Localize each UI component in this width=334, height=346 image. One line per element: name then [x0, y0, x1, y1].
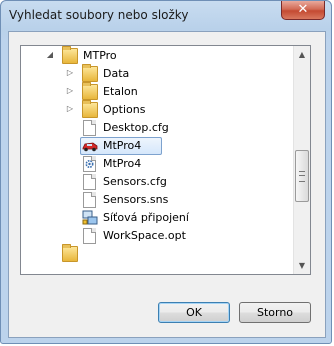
network-connections-icon	[82, 210, 98, 226]
car-shortcut-icon	[82, 138, 98, 154]
folder-icon	[82, 100, 98, 118]
gear-config-icon	[83, 156, 96, 172]
tree-item-label: Sensors.sns	[103, 193, 169, 206]
folder-icon	[82, 82, 98, 100]
close-icon: ✕	[297, 2, 309, 17]
tree-item-label: MtPro4	[103, 157, 142, 170]
expand-right-icon[interactable]: ▷	[66, 105, 74, 113]
tree-item-workspace-opt[interactable]: WorkSpace.opt	[21, 227, 295, 245]
tree-item-label: Options	[103, 103, 146, 116]
tree-item-label: WorkSpace.opt	[103, 229, 186, 242]
tree-item-label: Desktop.cfg	[103, 121, 169, 134]
title-bar[interactable]: Vyhledat soubory nebo složky ✕	[1, 1, 333, 31]
expand-right-icon[interactable]: ▷	[66, 87, 74, 95]
tree-item-mtpro[interactable]: ◢ MTPro	[21, 46, 295, 65]
tree-item-desktop-cfg[interactable]: Desktop.cfg	[21, 119, 295, 137]
expand-right-icon[interactable]: ▷	[66, 69, 74, 77]
tree-item-mtpro4-config[interactable]: MtPro4	[21, 155, 295, 173]
tree-item-partial[interactable]	[21, 244, 295, 263]
folder-icon	[62, 244, 78, 262]
tree-item-label: Sensors.cfg	[103, 175, 167, 188]
folder-icon	[62, 46, 78, 64]
folder-tree[interactable]: ◢ MTPro ▷ Data ▷ Etalon ▷ Options Deskto…	[20, 45, 311, 275]
tree-item-data[interactable]: ▷ Data	[21, 64, 295, 83]
tree-item-label: MTPro	[83, 49, 117, 62]
ok-button[interactable]: OK	[158, 302, 230, 323]
cancel-button[interactable]: Storno	[239, 302, 311, 323]
tree-item-label: Data	[103, 67, 130, 80]
vertical-scrollbar[interactable]: ▲ ▼	[293, 46, 310, 274]
tree-item-label: MtPro4	[103, 139, 142, 152]
tree-item-network-connections[interactable]: Síťová připojení	[21, 209, 295, 227]
file-icon	[83, 192, 96, 208]
tree-item-sensors-cfg[interactable]: Sensors.cfg	[21, 173, 295, 191]
tree-item-label: Etalon	[103, 85, 138, 98]
close-button[interactable]: ✕	[281, 1, 325, 20]
scroll-down-icon[interactable]: ▼	[294, 257, 310, 274]
expand-down-icon[interactable]: ◢	[46, 51, 54, 59]
grip-icon	[299, 171, 305, 182]
tree-item-options[interactable]: ▷ Options	[21, 100, 295, 119]
tree-item-label: Síťová připojení	[103, 211, 189, 224]
window-title: Vyhledat soubory nebo složky	[9, 8, 189, 22]
file-icon	[83, 174, 96, 190]
tree-item-sensors-sns[interactable]: Sensors.sns	[21, 191, 295, 209]
scroll-thumb[interactable]	[295, 150, 309, 202]
scroll-up-icon[interactable]: ▲	[294, 46, 310, 63]
file-icon	[83, 120, 96, 136]
tree-item-etalon[interactable]: ▷ Etalon	[21, 82, 295, 101]
tree-item-mtpro4-shortcut[interactable]: MtPro4	[21, 137, 295, 155]
folder-icon	[82, 64, 98, 82]
file-icon	[83, 228, 96, 244]
